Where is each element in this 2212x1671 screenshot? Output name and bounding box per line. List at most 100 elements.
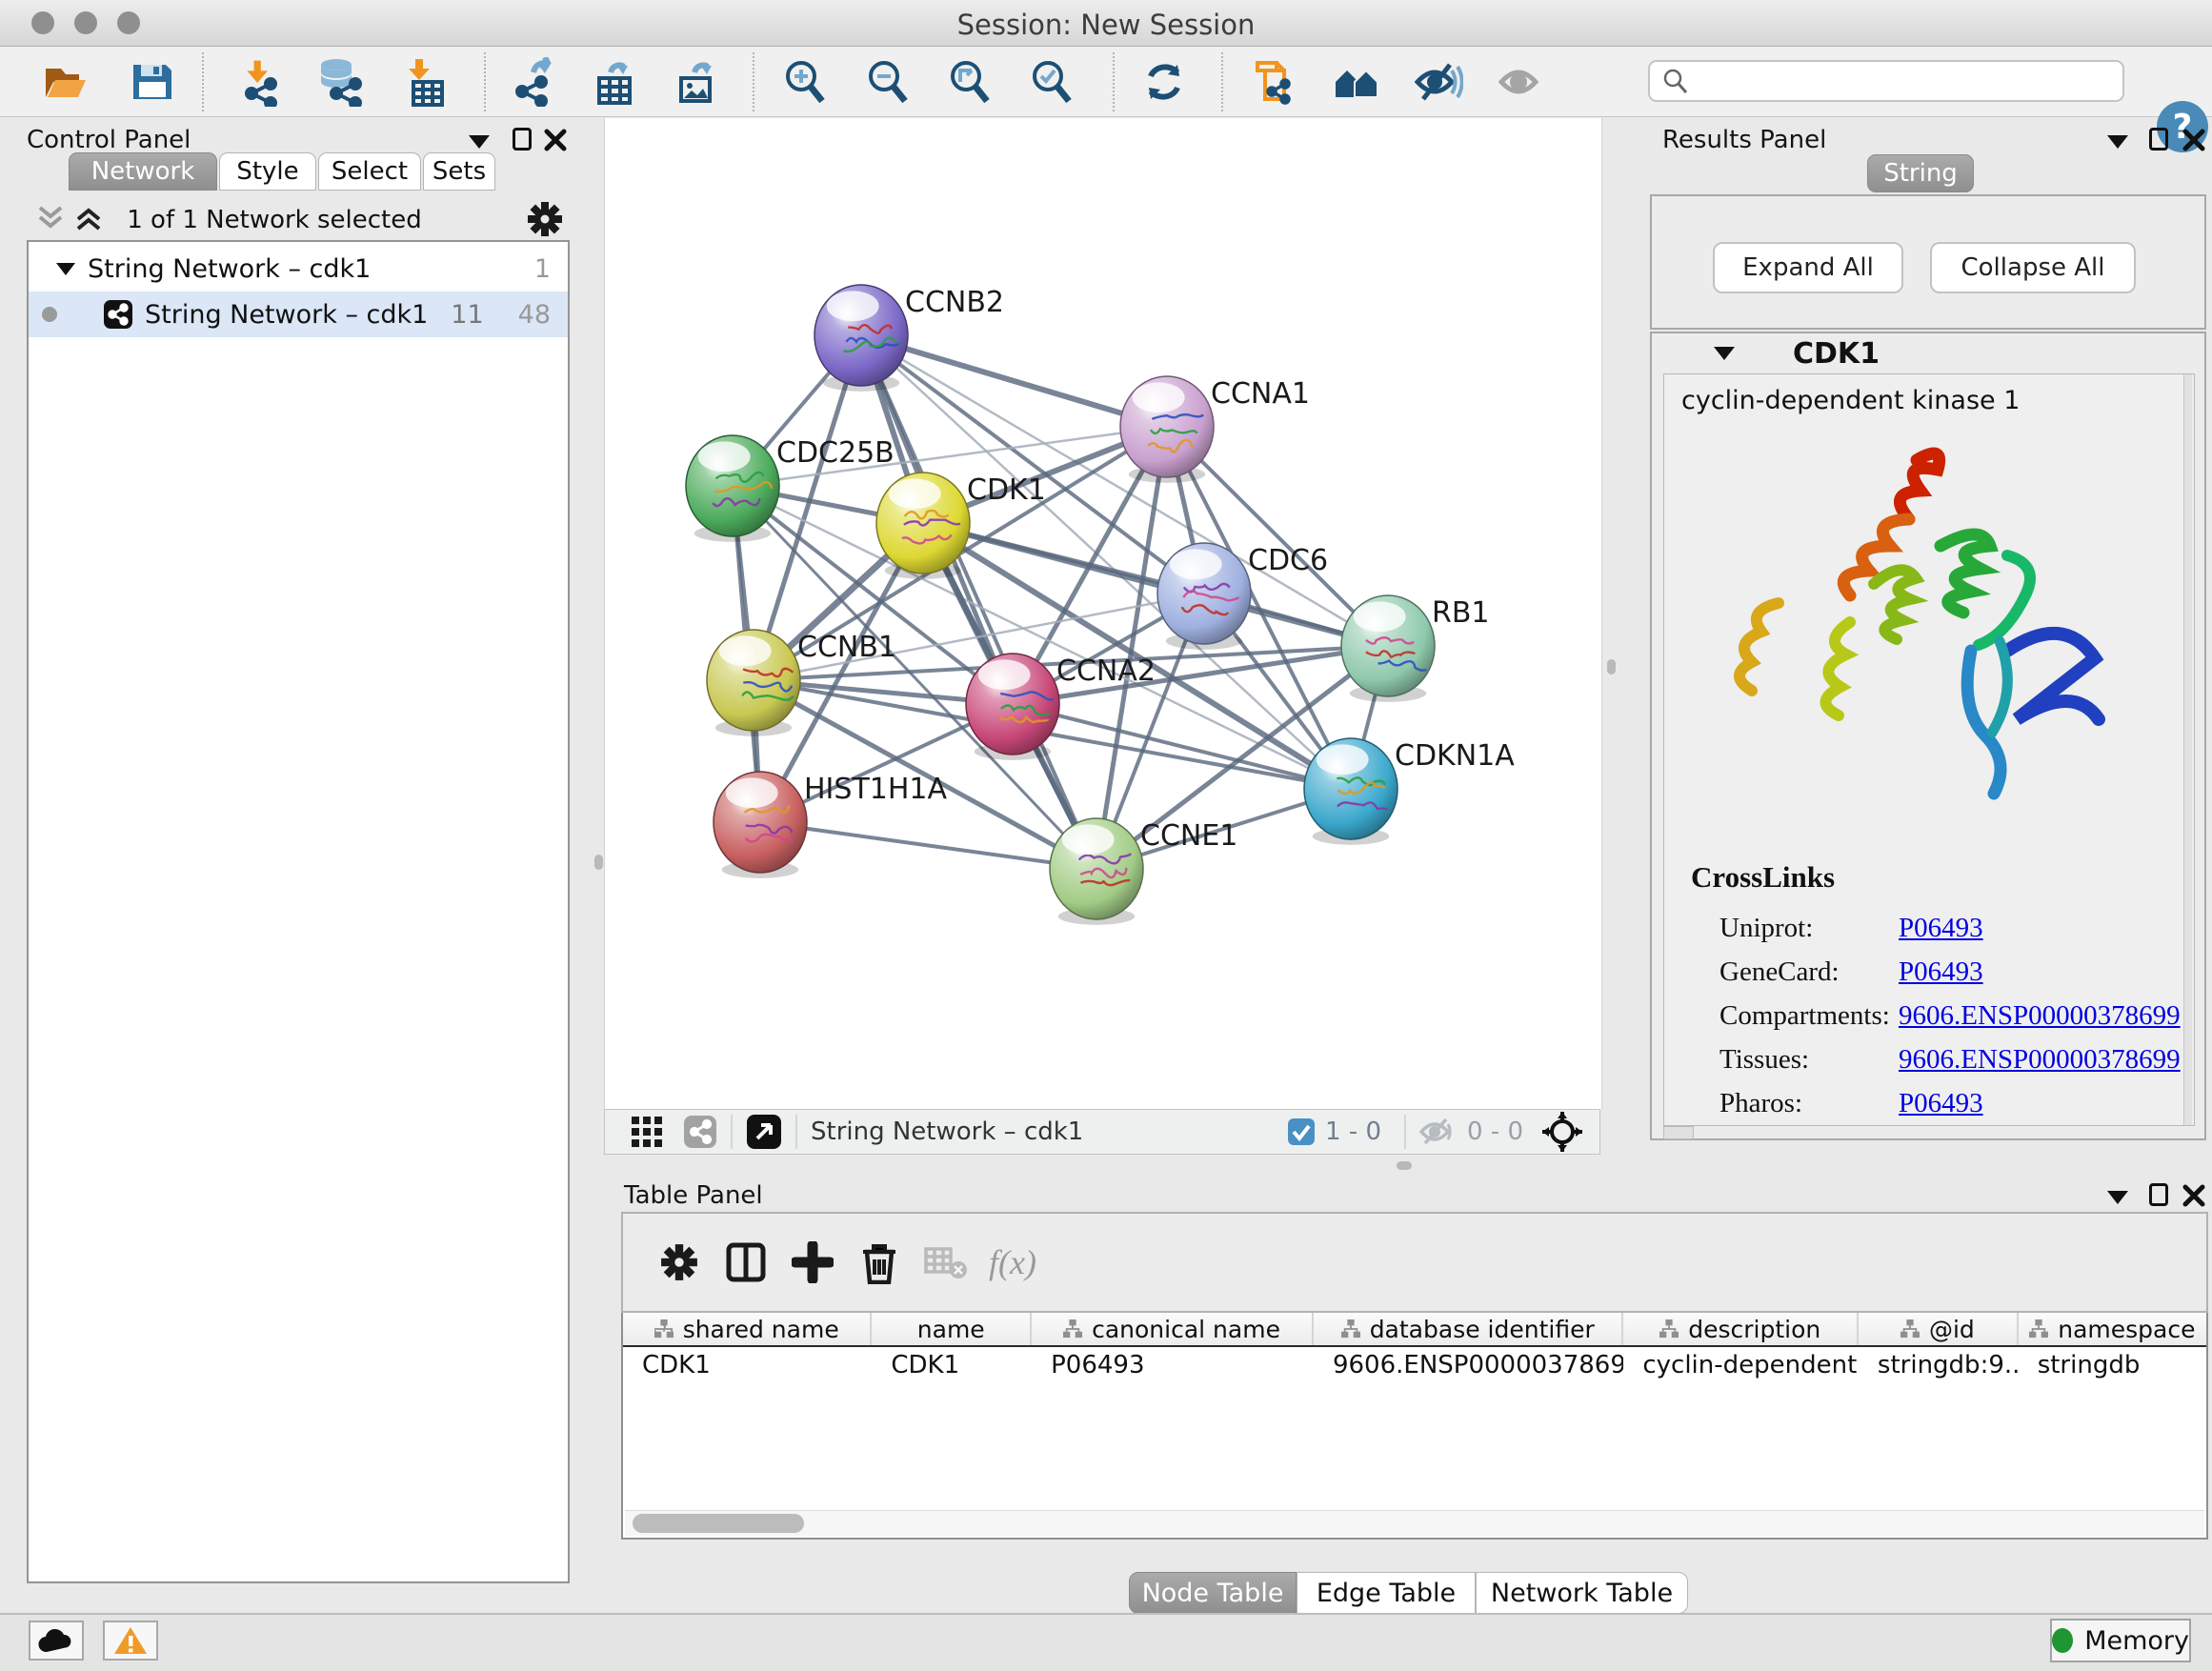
- pharos-link[interactable]: P06493: [1899, 1088, 1983, 1118]
- column-header[interactable]: description: [1623, 1313, 1859, 1345]
- column-header[interactable]: name: [872, 1313, 1032, 1345]
- compartments-link[interactable]: 9606.ENSP00000378699: [1899, 1000, 2181, 1031]
- show-all-icon[interactable]: [1496, 56, 1549, 108]
- import-table-icon[interactable]: [400, 56, 453, 108]
- birds-eye-view-icon[interactable]: [1540, 1110, 1584, 1154]
- left-splitter-handle[interactable]: [594, 855, 603, 870]
- hide-selected-icon[interactable]: [1412, 56, 1465, 108]
- tab-network-table[interactable]: Network Table: [1476, 1572, 1688, 1614]
- network-view-icon[interactable]: [683, 1115, 717, 1149]
- import-network-file-icon[interactable]: [232, 56, 286, 108]
- edge-CCNB2-CCNA1[interactable]: [861, 335, 1167, 427]
- collapse-all-button[interactable]: Collapse All: [1930, 242, 2136, 293]
- memory-status-dot: [2052, 1628, 2073, 1653]
- first-neighbors-icon[interactable]: [1330, 56, 1383, 108]
- selected-nodes-checkbox-icon[interactable]: [1287, 1117, 1316, 1146]
- tab-node-table[interactable]: Node Table: [1129, 1572, 1297, 1614]
- apply-layout-icon[interactable]: [1137, 56, 1191, 108]
- zoom-selected-icon[interactable]: [1025, 56, 1078, 108]
- uniprot-link[interactable]: P06493: [1899, 913, 1983, 943]
- export-image-icon[interactable]: [670, 56, 723, 108]
- open-session-icon[interactable]: [38, 56, 91, 108]
- control-panel-close-icon[interactable]: [543, 128, 568, 152]
- control-panel-float-icon[interactable]: [513, 128, 532, 151]
- save-session-icon[interactable]: [126, 56, 179, 108]
- tab-select[interactable]: Select: [318, 152, 421, 191]
- grid-view-icon[interactable]: [630, 1115, 664, 1149]
- network-tree-selected-row[interactable]: String Network – cdk1 11 48: [29, 292, 568, 337]
- bottom-splitter-handle[interactable]: [1397, 1161, 1412, 1170]
- export-table-icon[interactable]: [588, 56, 641, 108]
- tissues-link[interactable]: 9606.ENSP00000378699: [1899, 1044, 2181, 1075]
- delete-column-icon[interactable]: [846, 1234, 913, 1291]
- search-box[interactable]: [1648, 60, 2124, 102]
- export-network-icon[interactable]: [507, 56, 560, 108]
- table-horizontal-scrollbar[interactable]: [625, 1510, 2204, 1536]
- column-header[interactable]: namespace: [2019, 1313, 2206, 1345]
- cell-name[interactable]: CDK1: [872, 1351, 1032, 1379]
- warnings-button[interactable]: [103, 1621, 158, 1661]
- cell-description[interactable]: cyclin-dependent ...: [1623, 1351, 1859, 1379]
- table-row[interactable]: CDK1 CDK1 P06493 9606.ENSP00000378699 cy…: [623, 1347, 2206, 1383]
- node-CCNE1[interactable]: [1050, 818, 1143, 925]
- tab-edge-table[interactable]: Edge Table: [1297, 1572, 1476, 1614]
- show-columns-icon[interactable]: [713, 1234, 779, 1291]
- gene-details-header[interactable]: CDK1: [1652, 333, 2204, 373]
- cell-namespace[interactable]: stringdb: [2019, 1351, 2206, 1379]
- create-column-icon[interactable]: [779, 1234, 846, 1291]
- cell-canonical-name[interactable]: P06493: [1032, 1351, 1314, 1379]
- import-network-database-icon[interactable]: [313, 56, 367, 108]
- table-panel-float-icon[interactable]: [2149, 1183, 2168, 1206]
- cell-id[interactable]: stringdb:9...: [1859, 1351, 2019, 1379]
- node-CDKN1A[interactable]: [1304, 738, 1398, 845]
- node-CCNB1[interactable]: [707, 630, 800, 736]
- network-tree-root-row[interactable]: String Network – cdk1 1: [29, 246, 568, 292]
- cell-database-identifier[interactable]: 9606.ENSP00000378699: [1314, 1351, 1623, 1379]
- node-RB1[interactable]: [1341, 595, 1435, 702]
- node-CDC25B[interactable]: [686, 435, 779, 542]
- warning-icon: [113, 1625, 148, 1656]
- zoom-out-icon[interactable]: [861, 56, 915, 108]
- results-panel-float-icon[interactable]: [2149, 128, 2168, 151]
- network-canvas[interactable]: CCNB2CCNA1CDC25BCDK1CDC6RB1CCNB1CCNA2CDK…: [604, 118, 1602, 1109]
- expand-all-button[interactable]: Expand All: [1713, 242, 1903, 293]
- table-panel-collapse-icon[interactable]: [2107, 1191, 2128, 1204]
- results-panel-close-icon[interactable]: [2182, 128, 2206, 152]
- cloud-status-button[interactable]: [29, 1621, 84, 1661]
- tree-expand-icon[interactable]: [55, 261, 76, 276]
- crosslink-label: Tissues:: [1719, 1037, 1890, 1081]
- node-HIST1H1A[interactable]: [714, 772, 807, 878]
- edge-HIST1H1A-CCNE1[interactable]: [760, 822, 1096, 869]
- control-panel-collapse-icon[interactable]: [469, 135, 490, 149]
- genecard-link[interactable]: P06493: [1899, 956, 1983, 987]
- table-options-gear-icon[interactable]: [646, 1234, 713, 1291]
- detach-view-icon[interactable]: [746, 1114, 782, 1150]
- clone-network-icon[interactable]: [1248, 56, 1301, 108]
- column-header[interactable]: @id: [1859, 1313, 2019, 1345]
- results-scrollbar[interactable]: [2183, 374, 2192, 1125]
- column-header[interactable]: database identifier: [1314, 1313, 1623, 1345]
- zoom-in-icon[interactable]: [778, 56, 832, 108]
- memory-button[interactable]: Memory: [2050, 1619, 2191, 1662]
- tab-network[interactable]: Network: [69, 152, 217, 191]
- title-bar: Session: New Session: [0, 0, 2212, 47]
- gene-collapse-icon[interactable]: [1713, 345, 1736, 362]
- tab-style[interactable]: Style: [219, 152, 316, 191]
- scrollbar-thumb[interactable]: [633, 1514, 804, 1533]
- network-edge-count: 48: [518, 300, 551, 330]
- tab-sets[interactable]: Sets: [423, 152, 495, 191]
- zoom-fit-icon[interactable]: [943, 56, 996, 108]
- node-CCNA2[interactable]: [966, 654, 1059, 760]
- edge-CCNA2-CDKN1A[interactable]: [1013, 704, 1351, 789]
- node-CCNA1[interactable]: [1120, 376, 1214, 483]
- search-input[interactable]: [1690, 67, 2122, 95]
- right-splitter-handle[interactable]: [1607, 659, 1616, 674]
- column-header[interactable]: shared name: [623, 1313, 872, 1345]
- cell-shared-name[interactable]: CDK1: [623, 1351, 872, 1379]
- node-CDC6[interactable]: [1157, 543, 1251, 650]
- column-header[interactable]: canonical name: [1032, 1313, 1314, 1345]
- results-panel-collapse-icon[interactable]: [2107, 135, 2128, 149]
- tab-string-results[interactable]: String: [1867, 154, 1974, 192]
- table-panel-close-icon[interactable]: [2182, 1183, 2206, 1208]
- network-options-gear-icon[interactable]: [526, 200, 564, 238]
